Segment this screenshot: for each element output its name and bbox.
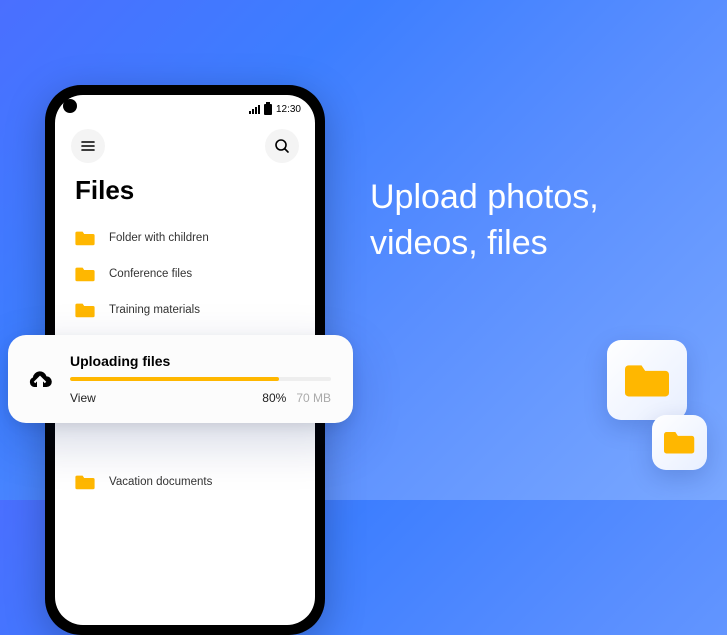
battery-icon <box>264 104 272 115</box>
search-button[interactable] <box>265 129 299 163</box>
decorative-folder-large <box>607 340 687 420</box>
folder-item[interactable]: Folder with children <box>75 220 295 256</box>
marketing-line-2: videos, files <box>370 221 599 267</box>
marketing-headline: Upload photos, videos, files <box>370 175 599 267</box>
progress-fill <box>70 377 279 381</box>
progress-bar <box>70 377 331 381</box>
upload-size: 70 MB <box>296 391 331 405</box>
folder-label: Folder with children <box>109 232 209 244</box>
hamburger-icon <box>80 138 96 154</box>
folder-item[interactable]: Vacation documents <box>75 464 295 500</box>
folder-icon <box>75 266 95 282</box>
folder-icon <box>75 474 95 490</box>
upload-percent: 80% <box>262 391 286 405</box>
folder-icon <box>664 427 694 457</box>
upload-card: Uploading files View 80% 70 MB <box>8 335 353 423</box>
search-icon <box>274 138 290 154</box>
status-bar: 12:30 <box>55 95 315 123</box>
folder-icon <box>625 358 669 402</box>
menu-button[interactable] <box>71 129 105 163</box>
status-time: 12:30 <box>276 104 301 115</box>
folder-label: Conference files <box>109 268 192 280</box>
folder-item[interactable]: Training materials <box>75 292 295 328</box>
folder-label: Vacation documents <box>109 476 212 488</box>
folder-icon <box>75 230 95 246</box>
folder-label: Training materials <box>109 304 200 316</box>
folder-item[interactable]: Conference files <box>75 256 295 292</box>
decorative-folder-small <box>652 415 707 470</box>
upload-body: Uploading files View 80% 70 MB <box>70 353 331 405</box>
camera-dot <box>63 99 77 113</box>
upload-cloud-icon <box>26 365 54 393</box>
view-button[interactable]: View <box>70 391 96 405</box>
toolbar <box>55 123 315 169</box>
upload-title: Uploading files <box>70 353 331 369</box>
signal-icon <box>249 105 260 114</box>
page-title: Files <box>55 169 315 220</box>
folder-icon <box>75 302 95 318</box>
marketing-line-1: Upload photos, <box>370 175 599 221</box>
upload-footer: View 80% 70 MB <box>70 391 331 405</box>
